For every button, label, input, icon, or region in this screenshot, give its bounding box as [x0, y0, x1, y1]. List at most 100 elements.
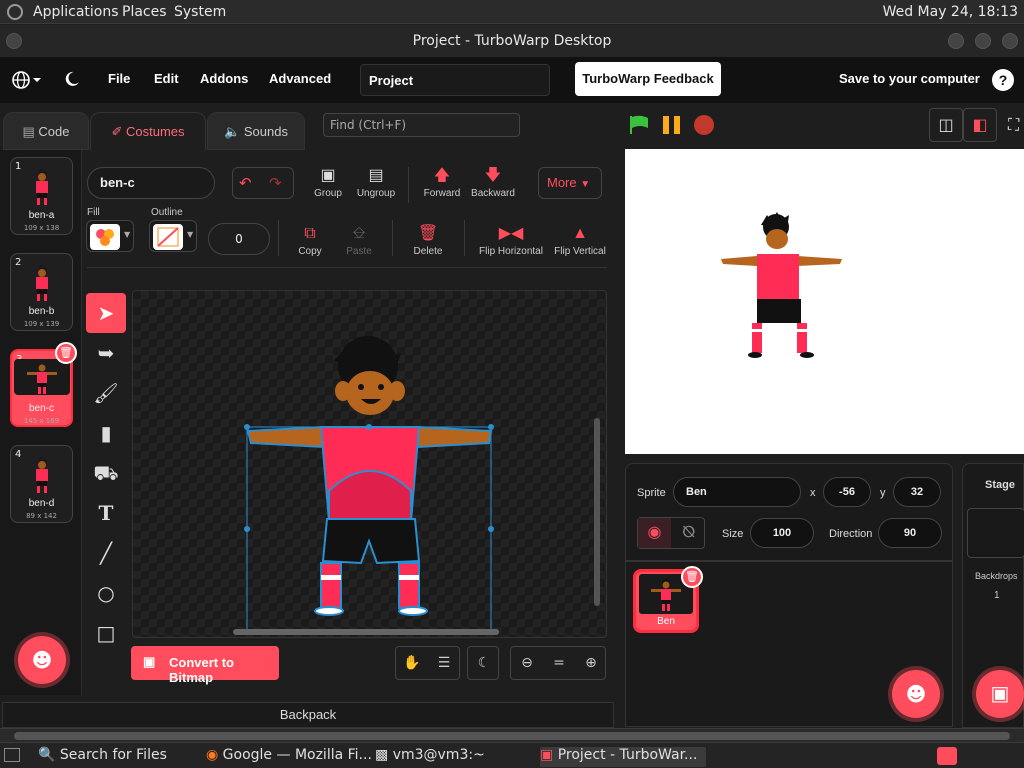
tab-sounds-label: Sounds — [243, 124, 288, 139]
small-stage-button[interactable]: ◫ — [929, 108, 963, 142]
language-globe-icon[interactable] — [11, 69, 41, 96]
paste-button[interactable]: ⎒ Paste — [337, 225, 381, 257]
show-eye-icon[interactable]: ◉ — [638, 518, 671, 548]
copy-button[interactable]: ⧉ Copy — [288, 225, 332, 257]
rectangle-tool[interactable]: □ — [86, 613, 126, 653]
stage-sprite-ben[interactable] — [625, 149, 1024, 454]
system-logo-icon[interactable] — [7, 4, 23, 20]
y-position-input[interactable]: 32 — [893, 477, 941, 507]
zoom-out-icon[interactable]: ⊖ — [511, 647, 543, 679]
app-menubar: File Edit Addons Advanced Project TurboW… — [0, 57, 1024, 103]
cat-plus-icon: ☻ — [31, 648, 53, 672]
circle-tool[interactable]: ○ — [86, 573, 126, 613]
fullscreen-icon[interactable]: ⛶ — [1008, 115, 1019, 135]
convert-to-bitmap-button[interactable]: ▣ Convert to Bitmap — [131, 646, 279, 685]
zoom-reset-button[interactable]: = — [543, 647, 575, 679]
green-flag-icon[interactable] — [628, 114, 650, 140]
costume-tile[interactable]: 4 ben-d 89 x 142 — [10, 445, 73, 523]
moon-icon[interactable]: ☾ — [468, 647, 500, 679]
delete-costume-button[interactable]: 🗑 — [55, 342, 77, 364]
more-button[interactable]: More ▼ — [538, 167, 602, 199]
theme-moon-icon[interactable] — [63, 70, 81, 93]
fill-tool[interactable]: ⛟ — [86, 453, 126, 493]
find-input[interactable]: Find (Ctrl+F) — [323, 113, 520, 137]
fill-color-picker[interactable]: ▼ — [86, 220, 134, 252]
menu-file[interactable]: File — [108, 71, 130, 86]
select-tool[interactable]: ➤ — [86, 293, 126, 333]
system-clock[interactable]: Wed May 24, 18:13 — [883, 4, 1018, 20]
choose-sprite-button[interactable]: ☻ — [892, 670, 940, 718]
canvas-vertical-scrollbar[interactable] — [594, 418, 600, 606]
outline-color-picker[interactable]: ▼ — [149, 220, 197, 252]
stage-canvas[interactable] — [625, 149, 1024, 454]
contrast-icon[interactable]: ☰ — [428, 647, 460, 679]
code-icon: ▤ — [22, 124, 35, 139]
menu-places[interactable]: Places — [122, 4, 167, 20]
caret-down-icon: ▼ — [124, 230, 131, 239]
brush-tool[interactable]: 🖌 — [86, 373, 126, 413]
stage-selector-panel[interactable]: Stage Backdrops 1 ▣ — [962, 463, 1024, 728]
pause-icon[interactable] — [661, 115, 683, 139]
tab-sounds[interactable]: 🔈 Sounds — [207, 112, 305, 150]
help-button[interactable]: ? — [992, 69, 1014, 91]
maximize-icon[interactable] — [975, 33, 991, 49]
costume-name-input[interactable]: ben-c — [87, 167, 215, 199]
reshape-tool[interactable]: ➥ — [86, 333, 126, 373]
task-firefox[interactable]: ◉ Google — Mozilla Fi... — [206, 747, 372, 767]
close-icon[interactable] — [1002, 33, 1018, 49]
menu-advanced[interactable]: Advanced — [269, 71, 331, 86]
stop-icon[interactable] — [693, 114, 715, 140]
direction-input[interactable]: 90 — [878, 518, 942, 548]
ungroup-button[interactable]: ▤ Ungroup — [352, 167, 400, 199]
backpack-bar[interactable]: Backpack — [2, 702, 614, 728]
show-desktop-icon[interactable] — [4, 748, 20, 762]
task-search-files[interactable]: 🔍 Search for Files — [38, 747, 167, 767]
tab-costumes[interactable]: ✐ Costumes — [90, 112, 206, 150]
group-button[interactable]: ▣ Group — [306, 167, 350, 199]
backward-button[interactable]: 🡇 Backward — [468, 167, 518, 199]
horizontal-scrollbar[interactable] — [0, 728, 1024, 742]
costume-tile[interactable]: 1 ben-a 109 x 138 — [10, 157, 73, 235]
choose-costume-button[interactable]: ☻ — [18, 636, 66, 684]
undo-icon[interactable]: ↶ — [239, 174, 252, 192]
normal-stage-button[interactable]: ◧ — [963, 108, 997, 142]
delete-button[interactable]: 🗑 Delete — [406, 225, 450, 257]
delete-sprite-button[interactable]: 🗑 — [681, 566, 703, 588]
menu-addons[interactable]: Addons — [200, 71, 248, 86]
line-tool[interactable]: ╱ — [86, 533, 126, 573]
tray-turbowarp-icon[interactable] — [937, 747, 957, 765]
divider — [392, 220, 393, 256]
stage-thumbnail[interactable] — [967, 508, 1024, 558]
choose-backdrop-button[interactable]: ▣ — [976, 670, 1024, 718]
menu-edit[interactable]: Edit — [154, 71, 179, 86]
zoom-in-icon[interactable]: ⊕ — [575, 647, 607, 679]
menu-system[interactable]: System — [174, 4, 226, 20]
redo-icon[interactable]: ↷ — [269, 174, 282, 192]
flip-vertical-button[interactable]: ▲ Flip Vertical — [550, 225, 610, 257]
paint-canvas[interactable] — [132, 290, 607, 638]
hide-eye-icon[interactable]: ⦰ — [672, 518, 705, 548]
task-terminal[interactable]: ▩ vm3@vm3:~ — [375, 747, 485, 767]
tab-code[interactable]: ▤ Code — [3, 112, 89, 150]
size-input[interactable]: 100 — [750, 518, 814, 548]
sprite-name-input[interactable]: Ben — [673, 477, 801, 507]
feedback-button[interactable]: TurboWarp Feedback — [575, 62, 721, 96]
costume-tile[interactable]: 2 ben-b 109 x 139 — [10, 253, 73, 331]
backdrops-label: Backdrops — [975, 571, 1018, 581]
scrollbar-thumb[interactable] — [14, 732, 1010, 740]
save-to-computer-button[interactable]: Save to your computer — [839, 71, 980, 86]
hand-icon[interactable]: ✋ — [396, 647, 428, 679]
task-turbowarp[interactable]: ▣ Project - TurboWar... — [540, 747, 706, 767]
project-title-input[interactable]: Project — [360, 64, 550, 96]
menu-applications[interactable]: Applications — [33, 4, 119, 20]
minimize-icon[interactable] — [948, 33, 964, 49]
text-tool[interactable]: T — [86, 493, 126, 533]
forward-button[interactable]: 🡅 Forward — [418, 167, 466, 199]
terminal-icon: ▩ — [375, 747, 389, 763]
costume-drawing[interactable] — [133, 291, 607, 638]
x-position-input[interactable]: -56 — [823, 477, 871, 507]
flip-horizontal-button[interactable]: ▶◀ Flip Horizontal — [476, 225, 546, 257]
outline-width-input[interactable]: 0 — [208, 223, 270, 255]
eraser-tool[interactable]: ▮ — [86, 413, 126, 453]
paint-bucket-icon: ⛟ — [93, 461, 119, 485]
